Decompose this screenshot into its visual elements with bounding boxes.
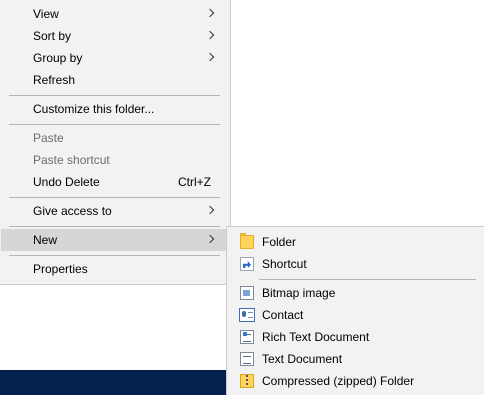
chevron-right-icon bbox=[205, 8, 215, 18]
keyboard-shortcut-label: Ctrl+Z bbox=[178, 175, 211, 189]
menu-item-sort-by-label: Sort by bbox=[33, 29, 72, 43]
menu-item-customize-folder[interactable]: Customize this folder... bbox=[1, 98, 228, 120]
context-menu: View Sort by Group by Refresh Customize … bbox=[0, 0, 231, 285]
menu-item-undo-delete-label: Undo Delete bbox=[33, 175, 100, 189]
menu-item-properties[interactable]: Properties bbox=[1, 258, 228, 280]
chevron-right-icon bbox=[205, 234, 215, 244]
menu-item-paste-shortcut: Paste shortcut bbox=[1, 149, 228, 171]
new-submenu: Folder Shortcut Bitmap image Contact Ric… bbox=[226, 226, 484, 395]
new-folder-label: Folder bbox=[262, 235, 297, 249]
menu-item-view-label: View bbox=[33, 7, 59, 21]
new-text-document-item[interactable]: Text Document bbox=[229, 348, 482, 370]
menu-separator bbox=[9, 197, 220, 198]
new-bitmap-image-label: Bitmap image bbox=[262, 286, 336, 300]
new-shortcut-item[interactable]: Shortcut bbox=[229, 253, 482, 275]
desktop: View Sort by Group by Refresh Customize … bbox=[0, 0, 484, 395]
chevron-right-icon bbox=[205, 52, 215, 62]
menu-item-give-access[interactable]: Give access to bbox=[1, 200, 228, 222]
menu-item-paste: Paste bbox=[1, 127, 228, 149]
zipped-folder-icon bbox=[240, 374, 254, 388]
new-rich-text-document-label: Rich Text Document bbox=[262, 330, 370, 344]
new-text-document-label: Text Document bbox=[262, 352, 343, 366]
menu-item-paste-label: Paste bbox=[33, 131, 64, 145]
chevron-right-icon bbox=[205, 205, 215, 215]
new-folder-item[interactable]: Folder bbox=[229, 231, 482, 253]
text-document-icon bbox=[240, 352, 254, 366]
new-rich-text-document-item[interactable]: Rich Text Document bbox=[229, 326, 482, 348]
taskbar[interactable] bbox=[0, 370, 226, 395]
menu-item-new-label: New bbox=[33, 233, 58, 247]
menu-item-group-by[interactable]: Group by bbox=[1, 47, 228, 69]
menu-item-refresh-label: Refresh bbox=[33, 73, 76, 87]
chevron-right-icon bbox=[205, 30, 215, 40]
rich-text-document-icon bbox=[240, 330, 254, 344]
menu-separator bbox=[9, 255, 220, 256]
menu-item-view[interactable]: View bbox=[1, 3, 228, 25]
menu-item-properties-label: Properties bbox=[33, 262, 88, 276]
submenu-separator bbox=[259, 279, 476, 280]
new-shortcut-label: Shortcut bbox=[262, 257, 307, 271]
new-contact-item[interactable]: Contact bbox=[229, 304, 482, 326]
menu-item-refresh[interactable]: Refresh bbox=[1, 69, 228, 91]
new-compressed-folder-label: Compressed (zipped) Folder bbox=[262, 374, 415, 388]
menu-item-group-by-label: Group by bbox=[33, 51, 83, 65]
shortcut-icon bbox=[240, 257, 254, 271]
menu-separator bbox=[9, 124, 220, 125]
menu-separator bbox=[9, 95, 220, 96]
menu-item-undo-delete[interactable]: Undo Delete Ctrl+Z bbox=[1, 171, 228, 193]
new-compressed-folder-item[interactable]: Compressed (zipped) Folder bbox=[229, 370, 482, 392]
folder-icon bbox=[240, 233, 254, 249]
menu-separator bbox=[9, 226, 220, 227]
menu-item-give-access-label: Give access to bbox=[33, 204, 112, 218]
menu-item-customize-folder-label: Customize this folder... bbox=[33, 102, 155, 116]
bitmap-icon bbox=[240, 286, 254, 300]
new-contact-label: Contact bbox=[262, 308, 304, 322]
menu-item-new[interactable]: New bbox=[1, 229, 228, 251]
menu-item-paste-shortcut-label: Paste shortcut bbox=[33, 153, 110, 167]
new-bitmap-image-item[interactable]: Bitmap image bbox=[229, 282, 482, 304]
contact-card-icon bbox=[239, 308, 255, 322]
menu-item-sort-by[interactable]: Sort by bbox=[1, 25, 228, 47]
